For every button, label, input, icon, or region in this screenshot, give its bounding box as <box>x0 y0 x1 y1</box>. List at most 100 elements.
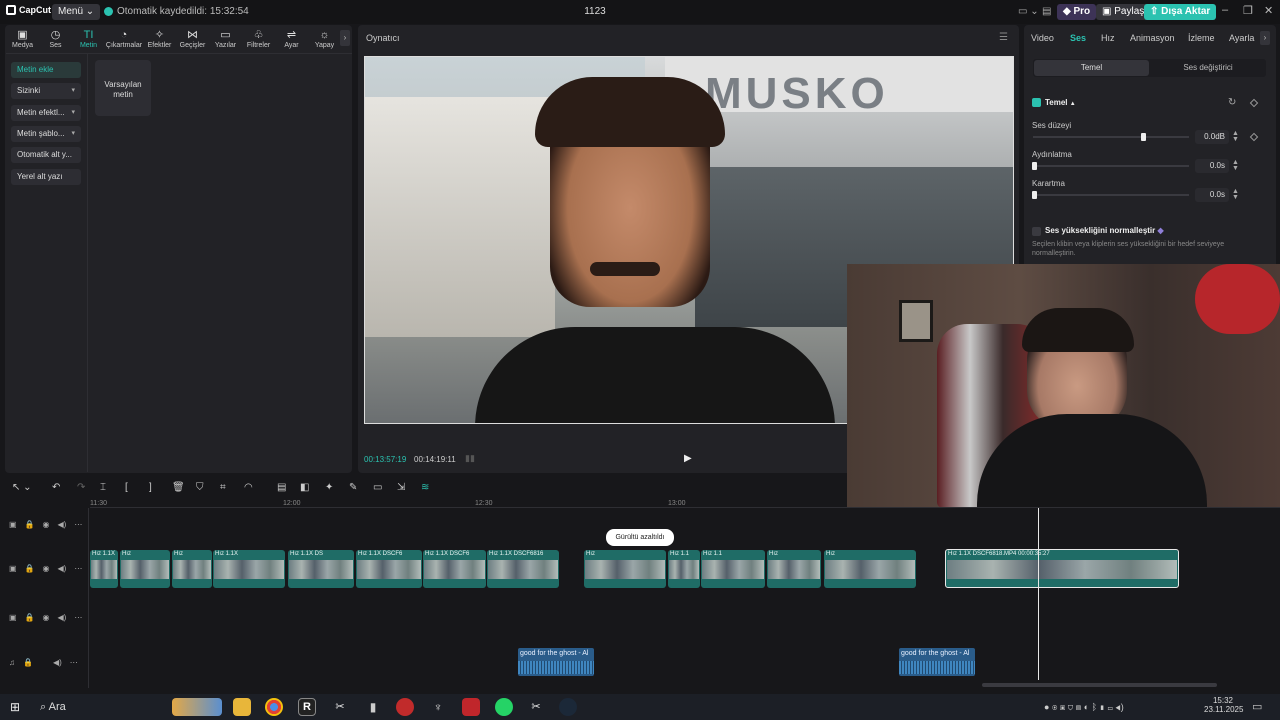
segment-basic[interactable]: Temel <box>1034 60 1149 76</box>
tab-stickers[interactable]: ◔ Çıkartmalar <box>105 26 143 52</box>
play-icon[interactable]: ▶ <box>684 453 692 464</box>
video-clip[interactable]: Hız 1.1X DSCF6 <box>423 550 486 588</box>
default-text-card[interactable]: Varsayılan metin <box>95 60 151 116</box>
sidebar-item-yours[interactable]: Sizinki ▾ <box>11 83 81 99</box>
microphone-icon[interactable]: ▮ <box>364 698 382 716</box>
notification-icon[interactable]: ▭ <box>1252 700 1262 713</box>
magic-icon[interactable]: ✎ <box>349 482 357 493</box>
video-clip[interactable]: Hız <box>584 550 666 588</box>
more-icon[interactable]: ⋯ <box>70 658 78 667</box>
voicemeeter-icon[interactable] <box>462 698 480 716</box>
lock-icon[interactable]: 🔒 <box>23 658 33 667</box>
shield-icon[interactable]: ⛉ <box>196 482 204 493</box>
video-clip[interactable]: Hız <box>824 550 916 588</box>
video-clip[interactable]: Hız <box>767 550 821 588</box>
tab-captions[interactable]: ▭ Yazılar <box>209 26 242 52</box>
tab-text[interactable]: TI Metin <box>72 26 105 52</box>
tab-audio[interactable]: ◷ Ses <box>39 26 72 52</box>
speaker-icon[interactable]: ◀) <box>58 564 67 573</box>
chevron-right-icon[interactable]: › <box>340 30 350 46</box>
audio-clip[interactable]: good for the ghost - Al <box>899 648 975 676</box>
audio-clip[interactable]: good for the ghost - Al <box>518 648 594 676</box>
tab-transitions[interactable]: ⋈ Geçişler <box>176 26 209 52</box>
video-clip[interactable]: Hız <box>120 550 170 588</box>
whatsapp-icon[interactable] <box>495 698 513 716</box>
video-clip[interactable]: Hız 1.1 <box>701 550 765 588</box>
more-icon[interactable]: ⋯ <box>74 564 82 573</box>
obs-icon[interactable] <box>396 698 414 716</box>
sidebar-item-text-templates[interactable]: Metin şablo... ▾ <box>11 126 81 142</box>
reset-icon[interactable]: ↻ <box>1228 97 1236 108</box>
video-clip[interactable]: Hız 1.1X DSCF6816 <box>487 550 559 588</box>
fade-out-slider-handle[interactable] <box>1032 191 1037 199</box>
fade-out-input[interactable]: 0.0s <box>1195 188 1229 202</box>
sidebar-item-text-effects[interactable]: Metin efektl... ▾ <box>11 105 81 121</box>
tab-audio-props[interactable]: Ses <box>1070 33 1086 43</box>
tab-adjust-props[interactable]: Ayarla <box>1229 33 1254 43</box>
pro-button[interactable]: ◆ Pro <box>1057 4 1097 20</box>
fade-out-slider[interactable] <box>1033 194 1189 196</box>
podcast-mic-icon[interactable]: ♆ <box>429 698 447 716</box>
video-clip[interactable]: Hız <box>172 550 212 588</box>
video-clip[interactable]: Hız 1.1X DSCF6 <box>356 550 422 588</box>
tab-effects[interactable]: ✧ Efektler <box>143 26 176 52</box>
sidebar-item-auto-captions[interactable]: Otomatik alt y... <box>11 147 81 163</box>
steam-icon[interactable] <box>559 698 577 716</box>
tab-animation[interactable]: Animasyon <box>1130 33 1175 43</box>
fade-in-slider[interactable] <box>1033 165 1189 167</box>
speaker-icon[interactable]: ◀) <box>53 658 62 667</box>
volume-input[interactable]: 0.0dB <box>1195 130 1229 144</box>
tab-speed[interactable]: Hız <box>1101 33 1115 43</box>
windows-start-icon[interactable]: ⊞ <box>10 700 20 714</box>
basic-checkbox[interactable] <box>1032 98 1041 107</box>
undo-icon[interactable]: ↶ <box>52 482 60 493</box>
taskbar-search[interactable]: ⌕ Ara <box>40 701 66 714</box>
volume-stepper[interactable]: ▲ ▼ <box>1232 130 1239 143</box>
menu-icon[interactable]: ☰ <box>999 32 1008 43</box>
video-clip[interactable]: Hız 1.1X <box>213 550 285 588</box>
tab-ai[interactable]: ☼ Yapay <box>308 26 341 52</box>
clock[interactable]: 15:32 23.11.2025 <box>1204 696 1243 714</box>
eye-icon[interactable]: ◉ <box>43 520 50 529</box>
tray-app-icon[interactable]: ● <box>1044 702 1049 712</box>
chevron-right-icon[interactable]: › <box>1260 31 1270 45</box>
cutout-icon[interactable]: ✦ <box>325 482 333 493</box>
selected-video-clip[interactable]: Hız 1.1X DSCF6818.MP4 00:00:35:27 <box>945 549 1179 588</box>
normalize-checkbox[interactable] <box>1032 227 1041 236</box>
crop-icon[interactable]: ⌗ <box>220 482 226 493</box>
split-right-icon[interactable]: ] <box>149 482 152 493</box>
fade-in-slider-handle[interactable] <box>1032 162 1037 170</box>
menu-button[interactable]: Menü ⌄ <box>52 4 101 20</box>
speed-icon[interactable]: ◠ <box>244 482 253 493</box>
tray-icon[interactable]: ▤ <box>1076 702 1081 712</box>
section-basic[interactable]: Temel ▲ <box>1045 98 1076 107</box>
more-icon[interactable]: ⋯ <box>74 613 82 622</box>
sidebar-item-add-text[interactable]: Metin ekle <box>11 62 81 78</box>
lock-icon[interactable]: 🔒 <box>25 564 35 573</box>
shield-icon[interactable]: ⛉ <box>1068 702 1073 712</box>
capcut-taskbar-icon[interactable]: ✂ <box>331 698 349 716</box>
video-clip[interactable]: Hız 1.1X <box>90 550 118 588</box>
tray-icon[interactable]: ▮ <box>1100 702 1105 712</box>
chrome-icon[interactable] <box>265 698 283 716</box>
file-explorer-icon[interactable] <box>233 698 251 716</box>
export-frame-icon[interactable]: ⇲ <box>397 482 405 493</box>
tab-media[interactable]: ▣ Medya <box>6 26 39 52</box>
tab-adjust[interactable]: ⇌ Ayar <box>275 26 308 52</box>
tray-icon[interactable]: ▣ <box>1060 702 1065 712</box>
timeline-scrollbar[interactable] <box>982 683 1217 687</box>
tab-video[interactable]: Video <box>1031 33 1054 43</box>
select-tool-icon[interactable]: ↖ ⌄ <box>12 482 32 493</box>
segment-voice-changer[interactable]: Ses değiştirici <box>1152 60 1264 76</box>
video-clip[interactable]: Hız 1.1X DS <box>288 550 354 588</box>
shortcut-icon[interactable]: ▤ <box>1036 4 1057 20</box>
fade-in-input[interactable]: 0.0s <box>1195 159 1229 173</box>
freeze-icon[interactable]: ▤ <box>277 482 286 493</box>
lock-icon[interactable]: 🔒 <box>25 520 35 529</box>
minimize-icon[interactable]: – <box>1222 4 1228 16</box>
redo-icon[interactable]: ↷ <box>77 482 85 493</box>
tab-filters[interactable]: ♧ Filtreler <box>242 26 275 52</box>
lock-icon[interactable]: 🔒 <box>25 613 35 622</box>
delete-icon[interactable]: 🗑 <box>172 482 185 493</box>
bluetooth-icon[interactable]: ᛒ <box>1092 702 1097 712</box>
